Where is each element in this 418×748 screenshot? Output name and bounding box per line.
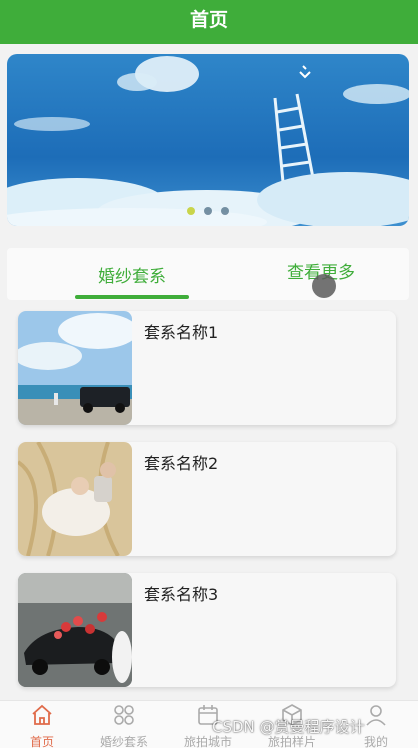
package-name: 套系名称3 [144,585,219,604]
home-icon [32,704,52,725]
carousel-dot[interactable] [187,207,195,215]
tab-wedding-packages[interactable]: 婚纱套系 [75,248,189,300]
nav-home[interactable]: 首页 [0,701,84,748]
carousel-dot[interactable] [204,207,212,215]
nav-label: 婚纱套系 [99,735,148,748]
carousel-dot[interactable] [221,207,229,215]
page-title: 首页 [189,8,228,31]
package-card[interactable]: 套系名称2 [18,442,396,556]
package-thumbnail [18,311,132,425]
app-header: 首页 [0,0,418,44]
nav-wedding-packages[interactable]: 婚纱套系 [82,701,166,748]
watermark-text: CSDN @赏曼程序设计 [212,718,365,736]
tab-active-underline [75,295,189,299]
nav-label: 首页 [29,735,54,748]
package-thumbnail [18,442,132,556]
package-name: 套系名称1 [144,323,219,342]
section-tabs: 婚纱套系 查看更多 [7,248,409,300]
package-thumbnail [18,573,132,687]
tab-label: 婚纱套系 [98,266,166,287]
touch-indicator [312,274,336,298]
package-card[interactable]: 套系名称1 [18,311,396,425]
user-icon [366,705,386,726]
grid-flower-icon [114,705,134,725]
banner-carousel[interactable] [7,54,409,226]
banner-image [7,54,409,226]
package-name: 套系名称2 [144,454,219,473]
carousel-indicators [7,207,409,215]
package-card[interactable]: 套系名称3 [18,573,396,687]
